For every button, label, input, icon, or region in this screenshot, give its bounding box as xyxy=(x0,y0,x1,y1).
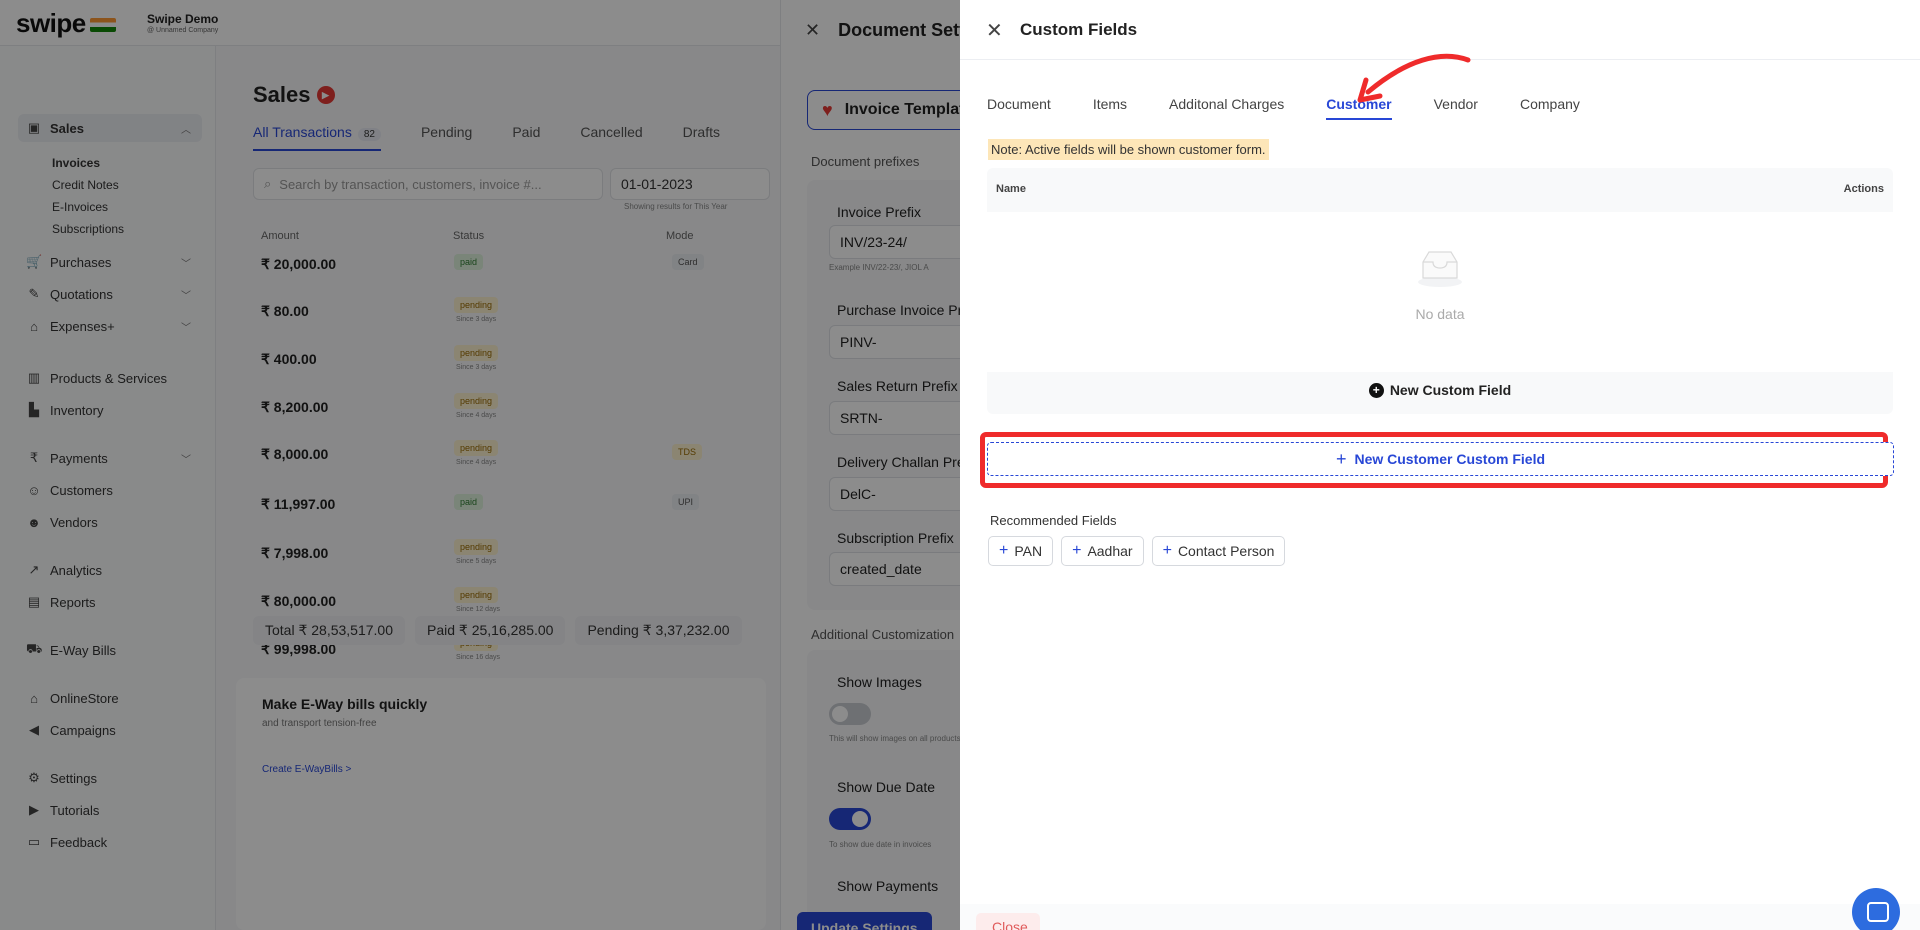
annotation-arrow-icon xyxy=(1357,53,1471,103)
recommended-aadhar-button[interactable]: + Aadhar xyxy=(1061,536,1144,566)
plus-icon: + xyxy=(1072,542,1082,559)
custom-fields-title: Custom Fields xyxy=(1020,20,1138,39)
no-data-text: No data xyxy=(1415,306,1465,322)
column-header-actions: Actions xyxy=(1843,183,1884,195)
empty-inbox-icon xyxy=(1418,251,1462,287)
custom-fields-table: Name Actions No data + New Custom Field xyxy=(987,168,1893,414)
recommended-fields-title: Recommended Fields xyxy=(990,513,1117,528)
active-fields-note: Note: Active fields will be shown custom… xyxy=(988,139,1269,160)
close-button[interactable]: Close xyxy=(976,913,1040,930)
empty-state: No data xyxy=(987,212,1893,372)
recommended-fields: + PAN + Aadhar + Contact Person xyxy=(988,536,1286,566)
tab-company[interactable]: Company xyxy=(1520,96,1580,120)
recommended-contact-person-button[interactable]: + Contact Person xyxy=(1151,536,1286,566)
plus-icon: + xyxy=(999,542,1009,559)
custom-fields-tabs: Document Items Additonal Charges Custome… xyxy=(987,96,1622,120)
plus-circle-icon: + xyxy=(1368,382,1384,398)
column-header-name: Name xyxy=(996,183,1026,195)
modal-overlay[interactable] xyxy=(0,0,960,930)
custom-fields-footer: Close xyxy=(960,904,1920,930)
new-customer-custom-field-button[interactable]: + New Customer Custom Field xyxy=(987,442,1894,476)
tab-additional-charges[interactable]: Additonal Charges xyxy=(1169,96,1284,120)
new-custom-field-button[interactable]: + New Custom Field xyxy=(987,382,1893,398)
plus-icon: + xyxy=(1335,448,1347,469)
tab-document[interactable]: Document xyxy=(987,96,1051,120)
tab-items[interactable]: Items xyxy=(1093,96,1127,120)
recommended-pan-button[interactable]: + PAN xyxy=(988,536,1054,566)
chat-support-icon[interactable] xyxy=(1852,888,1900,930)
plus-icon: + xyxy=(1162,542,1172,559)
close-icon[interactable]: ✕ xyxy=(986,18,1003,43)
